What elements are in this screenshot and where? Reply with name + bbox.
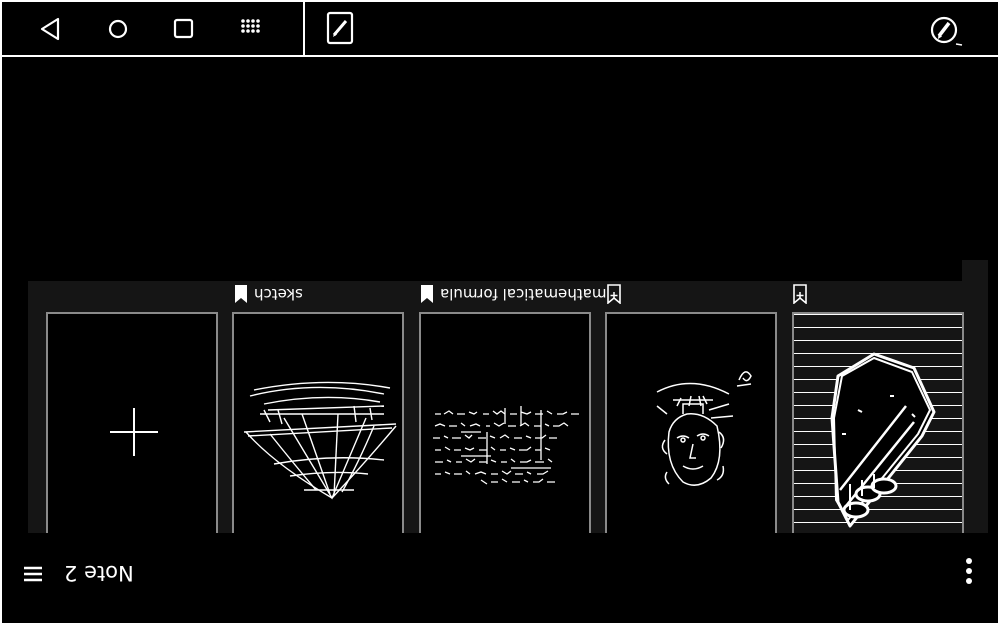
note-card-sketch[interactable] xyxy=(232,312,404,536)
top-bar-divider xyxy=(303,2,305,55)
bottom-bar xyxy=(2,533,998,623)
more-vert-icon[interactable] xyxy=(962,556,976,586)
plus-icon xyxy=(110,408,158,456)
note-edit-icon[interactable] xyxy=(325,10,357,46)
device-screen: sketch mathematical formula Note 2 xyxy=(0,0,1000,625)
pipe-drawing-thumbnail xyxy=(830,352,936,528)
panel-corner xyxy=(962,260,988,282)
ship-sketch-thumbnail xyxy=(243,381,397,500)
note-label: sketch xyxy=(254,285,303,303)
bookmark-icon xyxy=(235,285,247,303)
new-note-card[interactable] xyxy=(46,312,218,536)
note-card-face[interactable] xyxy=(605,312,777,536)
note-tag-add[interactable] xyxy=(607,284,621,304)
note-card-pipe[interactable] xyxy=(792,312,964,536)
hamburger-menu-icon[interactable] xyxy=(22,565,44,583)
formula-thumbnail xyxy=(433,406,579,485)
bookmark-icon xyxy=(421,285,433,303)
bookmark-add-icon xyxy=(793,284,807,304)
note-tag-sketch[interactable]: sketch xyxy=(234,284,303,304)
note-tag-formula[interactable]: mathematical formula xyxy=(420,284,607,304)
apps-grid-icon[interactable] xyxy=(235,14,265,44)
face-sketch-thumbnail xyxy=(656,371,752,486)
home-icon[interactable] xyxy=(103,14,133,44)
note-card-formula[interactable] xyxy=(419,312,591,536)
note-label: mathematical formula xyxy=(440,285,607,303)
note-tag-add[interactable] xyxy=(793,284,807,304)
system-top-bar xyxy=(2,2,998,57)
notebook-title: Note 2 xyxy=(64,561,134,585)
back-icon[interactable] xyxy=(36,14,66,44)
recent-apps-icon[interactable] xyxy=(169,14,199,44)
pen-icon[interactable] xyxy=(928,14,964,50)
bookmark-add-icon xyxy=(607,284,621,304)
